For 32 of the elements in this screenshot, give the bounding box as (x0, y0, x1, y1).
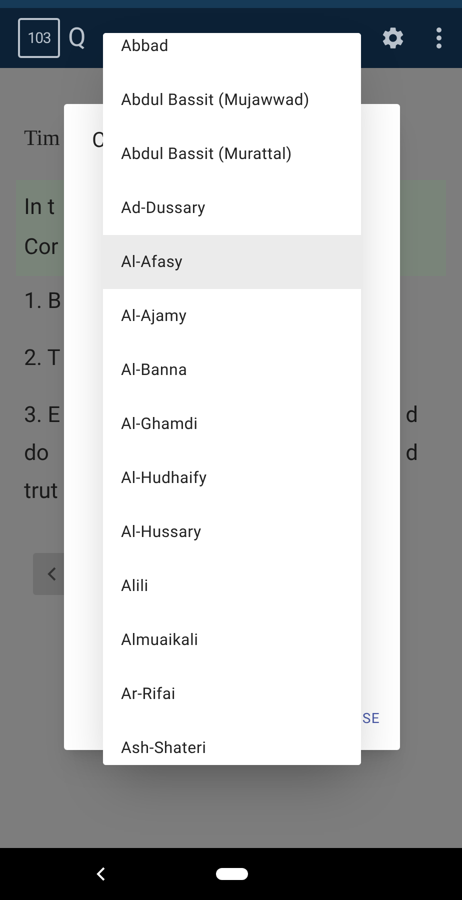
settings-icon[interactable] (380, 25, 406, 51)
dropdown-item[interactable]: Al-Banna (103, 343, 361, 397)
body-text: 2. T (24, 345, 60, 373)
page-number-badge: 103 (18, 18, 60, 58)
highlight-text: In t (24, 194, 55, 222)
dropdown-item[interactable]: Al-Hudhaify (103, 451, 361, 505)
dropdown-item[interactable]: Abbad (103, 33, 361, 73)
body-text: d (406, 402, 418, 430)
dropdown-item[interactable]: Al-Ajamy (103, 289, 361, 343)
body-text: 1. B (24, 288, 62, 316)
app-title: Q (68, 22, 86, 54)
close-button[interactable]: SE (362, 709, 380, 730)
dropdown-item[interactable]: Al-Ghamdi (103, 397, 361, 451)
more-menu-icon[interactable] (436, 27, 442, 49)
dropdown-item[interactable]: Abdul Bassit (Mujawwad) (103, 73, 361, 127)
dropdown-item[interactable]: Ad-Dussary (103, 181, 361, 235)
body-text: trut (24, 478, 58, 506)
dropdown-item[interactable]: Alili (103, 559, 361, 613)
dropdown-item[interactable]: Al-Afasy (103, 235, 361, 289)
highlight-text: Cor (24, 234, 58, 262)
dropdown-item[interactable]: Almuaikali (103, 613, 361, 667)
chevron-left-icon (47, 566, 57, 582)
home-pill[interactable] (216, 868, 248, 880)
body-text: do (24, 440, 49, 468)
heading: Tim (24, 124, 60, 152)
back-icon[interactable] (96, 867, 106, 881)
body-text: 3. E (24, 402, 60, 430)
dropdown-item[interactable]: Abdul Bassit (Murattal) (103, 127, 361, 181)
body-text: d (406, 440, 418, 468)
dropdown-item[interactable]: Ar-Rifai (103, 667, 361, 721)
dropdown-item[interactable]: Al-Hussary (103, 505, 361, 559)
dropdown-item[interactable]: Ash-Shateri (103, 721, 361, 765)
